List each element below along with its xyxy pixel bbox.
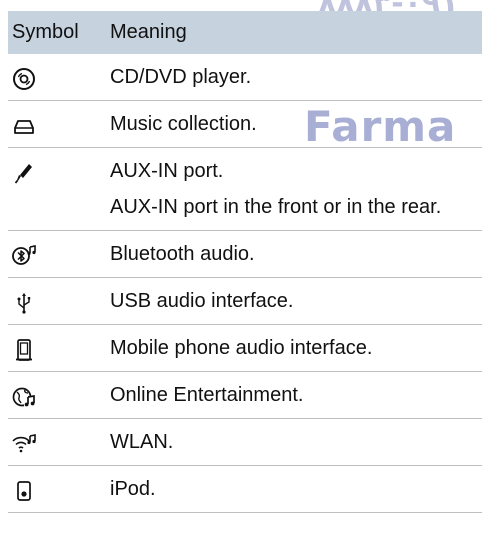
meaning-cell: Mobile phone audio interface. — [110, 324, 482, 372]
mobile-phone-icon — [16, 339, 32, 361]
table-row: WLAN. — [8, 418, 482, 466]
meaning-cell: Online Entertainment. — [110, 371, 482, 419]
online-entertainment-icon — [12, 387, 35, 407]
table-row: CD/DVD player. — [8, 54, 482, 101]
table-row: Mobile phone audio interface. — [8, 324, 482, 372]
meaning-cell: Music collection. — [110, 100, 482, 148]
meaning-cell: Bluetooth audio. — [110, 230, 482, 278]
table-row: Online Entertainment. — [8, 371, 482, 419]
aux-in-plug-icon — [14, 164, 32, 184]
symbol-column-header: Symbol — [12, 21, 79, 43]
meaning-cell: USB audio interface. — [110, 277, 482, 325]
wlan-icon — [12, 434, 36, 453]
meaning-cell: WLAN. — [110, 418, 482, 466]
table-row: AUX-IN port. AUX-IN port in the front or… — [8, 147, 482, 231]
table-row: USB audio interface. — [8, 277, 482, 325]
ipod-icon — [17, 481, 31, 501]
table-header-row: Symbol Meaning — [8, 11, 482, 54]
bluetooth-audio-icon — [12, 245, 36, 265]
table-row: iPod. — [8, 465, 482, 513]
table-row: Music collection. — [8, 100, 482, 148]
table-row: Bluetooth audio. — [8, 230, 482, 278]
meaning-cell: CD/DVD player. — [110, 54, 482, 101]
symbol-table: Symbol Meaning CD/DVD player. Music coll… — [8, 11, 482, 513]
cd-dvd-icon — [13, 68, 35, 90]
music-collection-icon — [14, 120, 34, 134]
meaning-column-header: Meaning — [110, 21, 187, 43]
meaning-cell: iPod. — [110, 465, 482, 513]
meaning-subtext: AUX-IN port in the front or in the rear. — [110, 196, 442, 218]
usb-icon — [17, 293, 31, 314]
meaning-cell: AUX-IN port. — [110, 160, 224, 182]
